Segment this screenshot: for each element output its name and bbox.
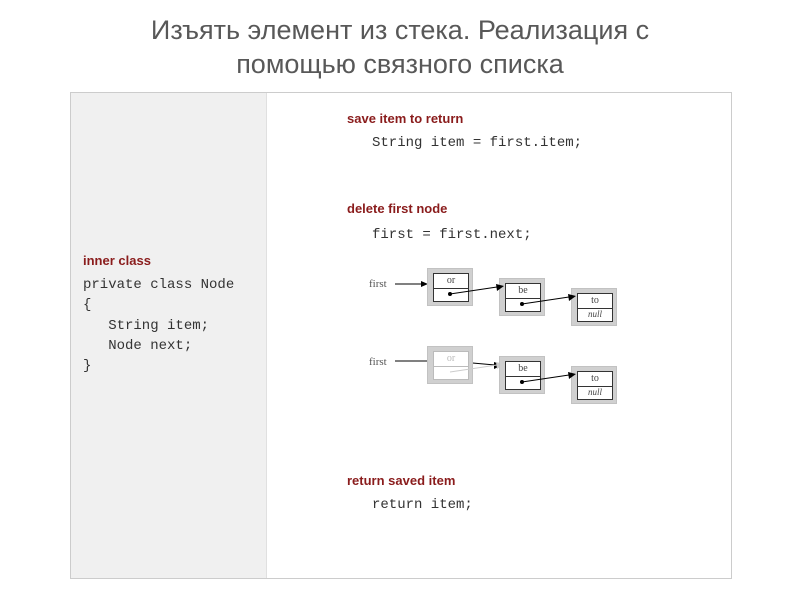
left-pane: inner class private class Node { String …	[71, 93, 267, 578]
diag2-node-c: to null	[571, 366, 617, 404]
content-frame: inner class private class Node { String …	[70, 92, 732, 579]
step3-heading: return saved item	[347, 473, 455, 488]
diag1-node-c: to null	[571, 288, 617, 326]
diag2-node-c-null: null	[577, 386, 613, 400]
step2-heading: delete first node	[347, 201, 447, 216]
diag1-node-c-null: null	[577, 308, 613, 322]
step3-code: return item;	[372, 495, 473, 515]
diag1-first-arrow-icon	[395, 277, 429, 291]
step1-code: String item = first.item;	[372, 133, 582, 153]
diag1-first-label: first	[369, 278, 387, 290]
diag1-link-ab-arrow-icon	[450, 284, 505, 304]
slide-title: Изъять элемент из стека. Реализация с по…	[0, 0, 800, 92]
diag1-node-c-item: to	[577, 293, 613, 309]
diag2-link-ab-faded-arrow-icon	[450, 362, 505, 382]
inner-class-code: private class Node { String item; Node n…	[83, 275, 234, 376]
title-line-2: помощью связного списка	[236, 49, 564, 79]
inner-class-heading: inner class	[83, 253, 151, 268]
step2-code: first = first.next;	[372, 225, 532, 245]
diag2-link-bc-arrow-icon	[522, 372, 577, 392]
title-line-1: Изъять элемент из стека. Реализация с	[151, 15, 649, 45]
step1-heading: save item to return	[347, 111, 463, 126]
right-pane: save item to return String item = first.…	[267, 93, 731, 578]
diag2-first-label: first	[369, 356, 387, 368]
diag2-node-c-item: to	[577, 371, 613, 387]
diag1-link-bc-arrow-icon	[522, 294, 577, 314]
